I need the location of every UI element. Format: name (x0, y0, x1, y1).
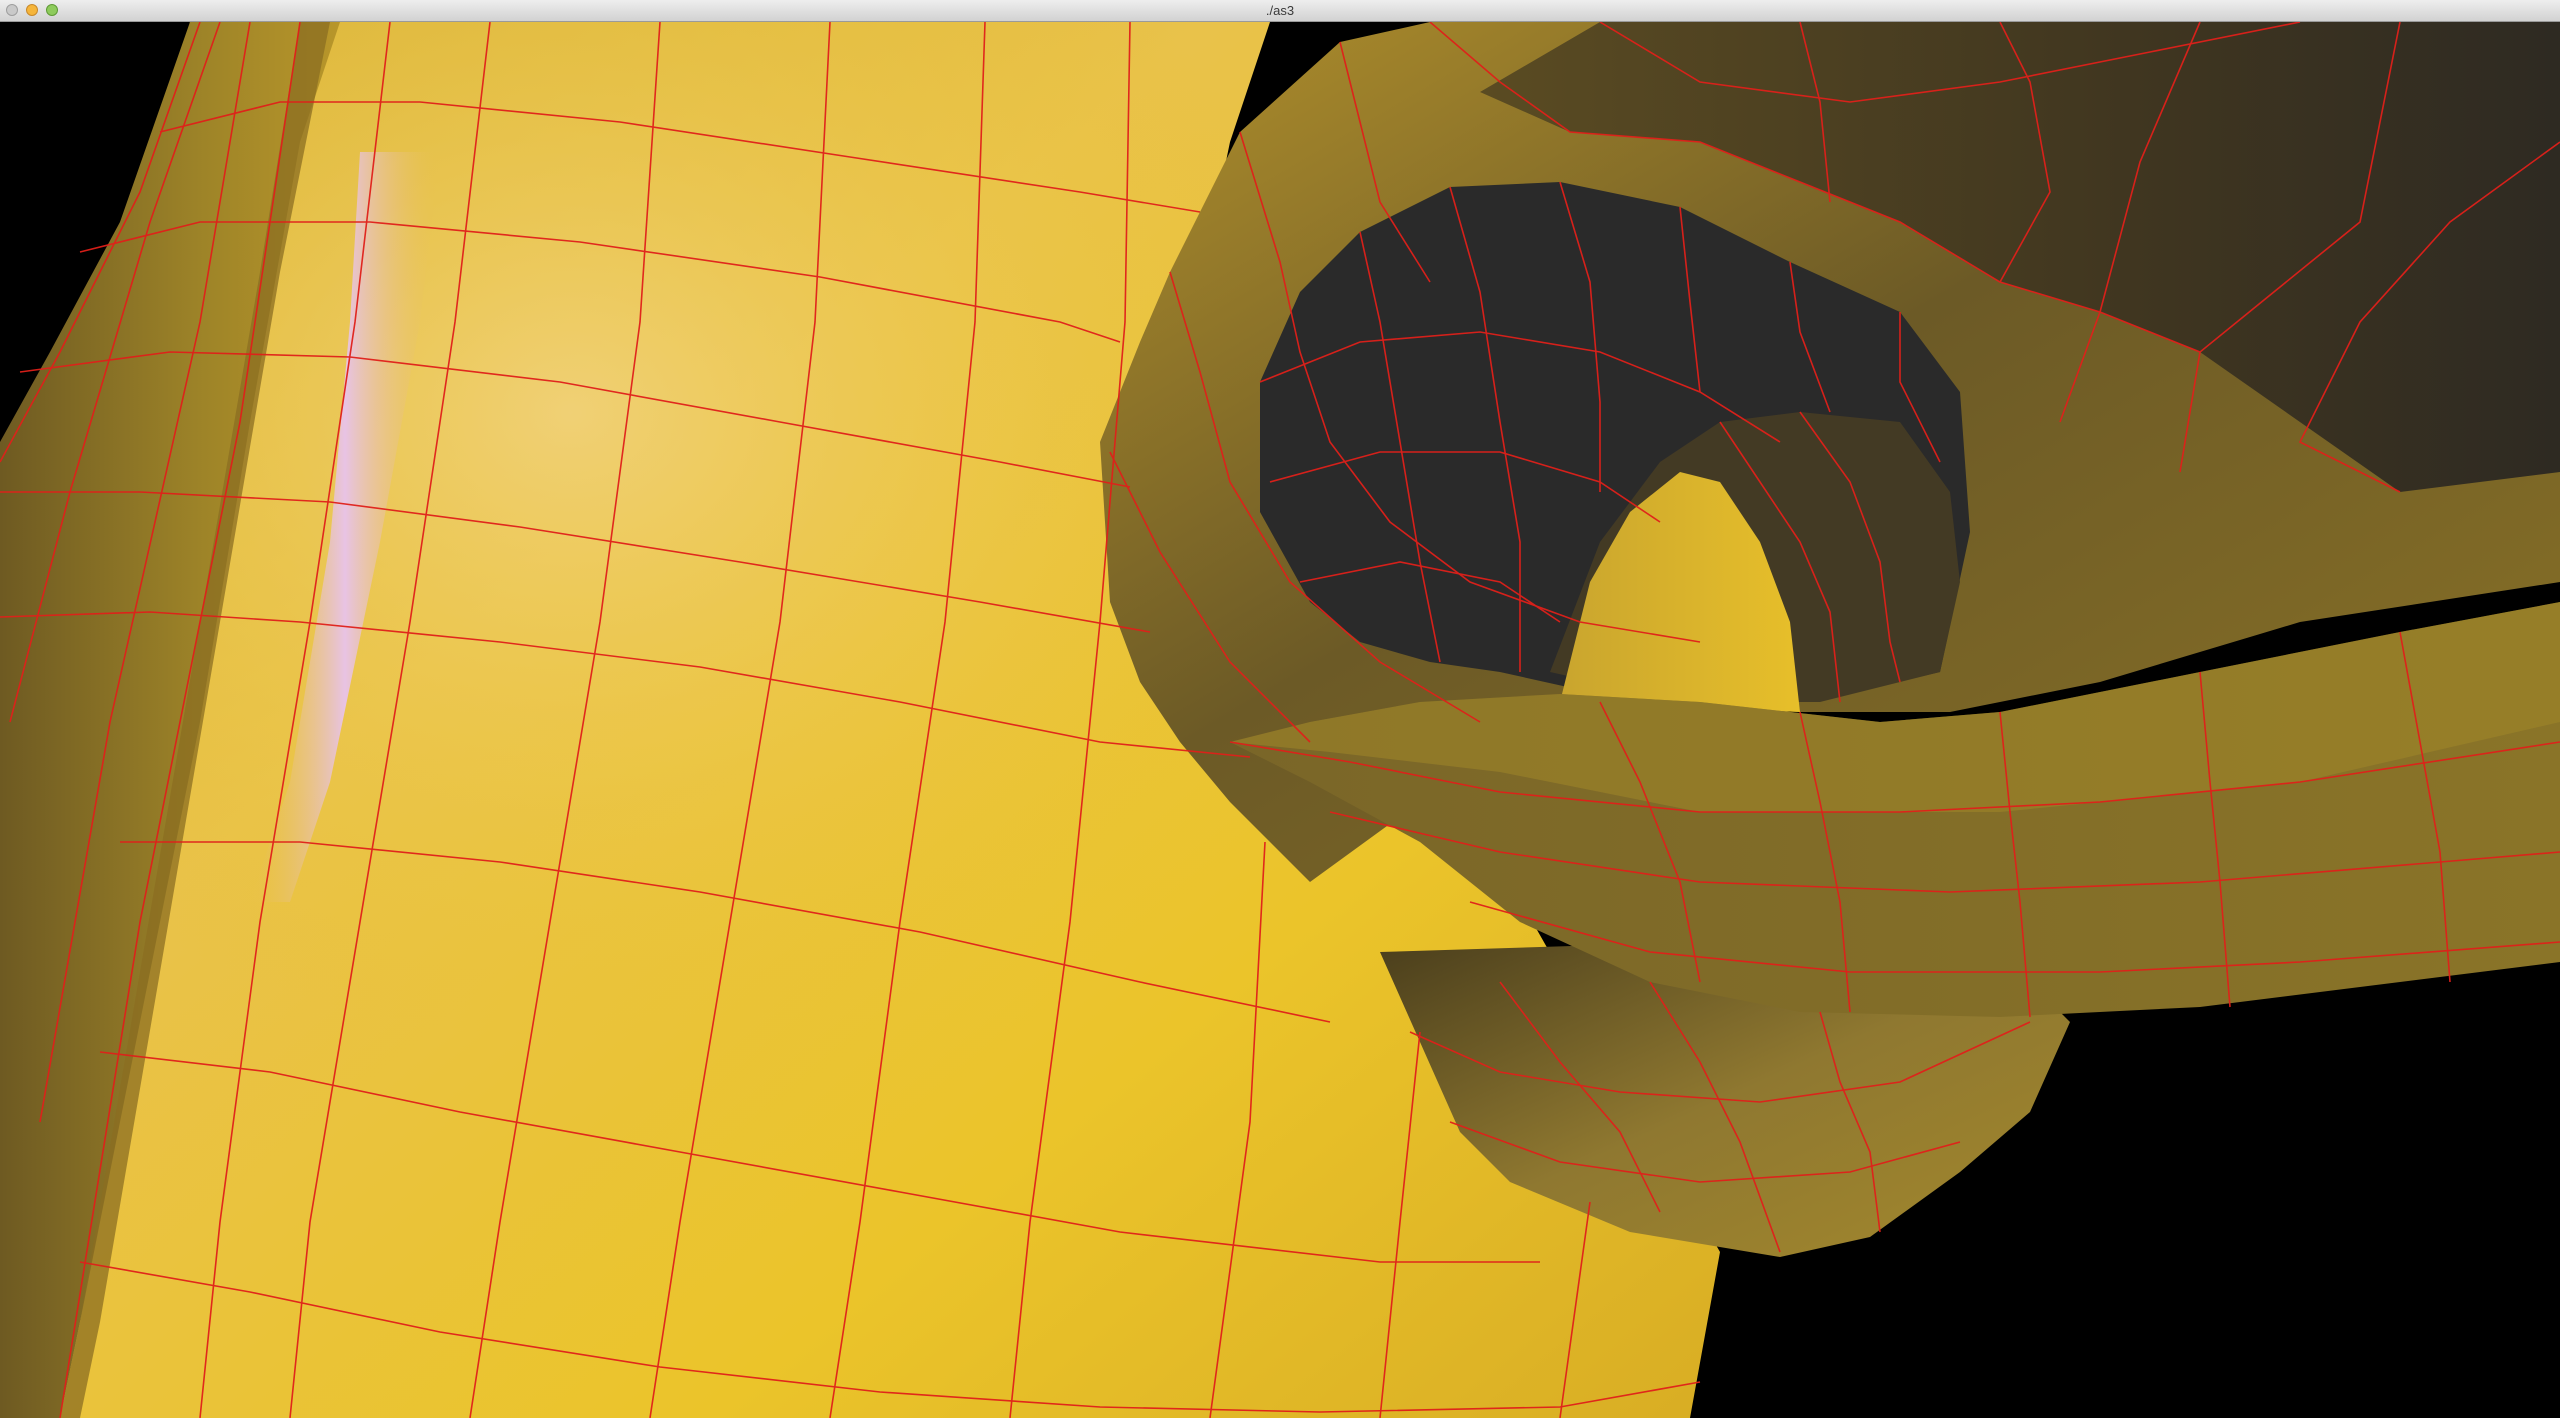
app-window: ./as3 (0, 0, 2560, 1418)
title-bar[interactable]: ./as3 (0, 0, 2560, 22)
opengl-viewport[interactable] (0, 22, 2560, 1418)
rendered-scene (0, 22, 2560, 1418)
window-title: ./as3 (1265, 3, 1295, 18)
